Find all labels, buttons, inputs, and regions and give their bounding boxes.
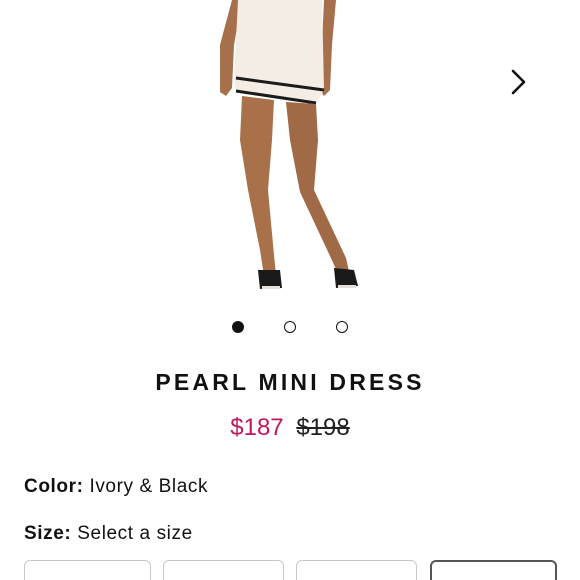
size-option: Size: Select a size [24,523,193,545]
carousel-dot-1[interactable] [232,321,244,333]
product-photo [220,0,358,289]
size-button-3[interactable] [296,560,417,580]
color-option: Color: Ivory & Black [24,476,208,498]
chevron-right-icon[interactable] [504,66,532,98]
product-title: PEARL MINI DRESS [155,369,425,395]
size-value: Select a size [77,523,193,544]
size-button-2[interactable] [163,560,284,580]
size-label: Size: [24,523,72,544]
original-price: $198 [296,414,350,441]
product-image-gallery[interactable] [0,0,580,305]
color-value: Ivory & Black [89,476,209,497]
size-button-1[interactable] [24,560,151,580]
carousel-indicators [0,321,580,335]
price-row: $187 $198 [0,414,580,442]
size-button-4[interactable] [430,560,557,580]
carousel-dot-3[interactable] [336,321,348,333]
sale-price: $187 [230,414,284,441]
carousel-dot-2[interactable] [284,321,296,333]
color-label: Color: [24,476,84,497]
